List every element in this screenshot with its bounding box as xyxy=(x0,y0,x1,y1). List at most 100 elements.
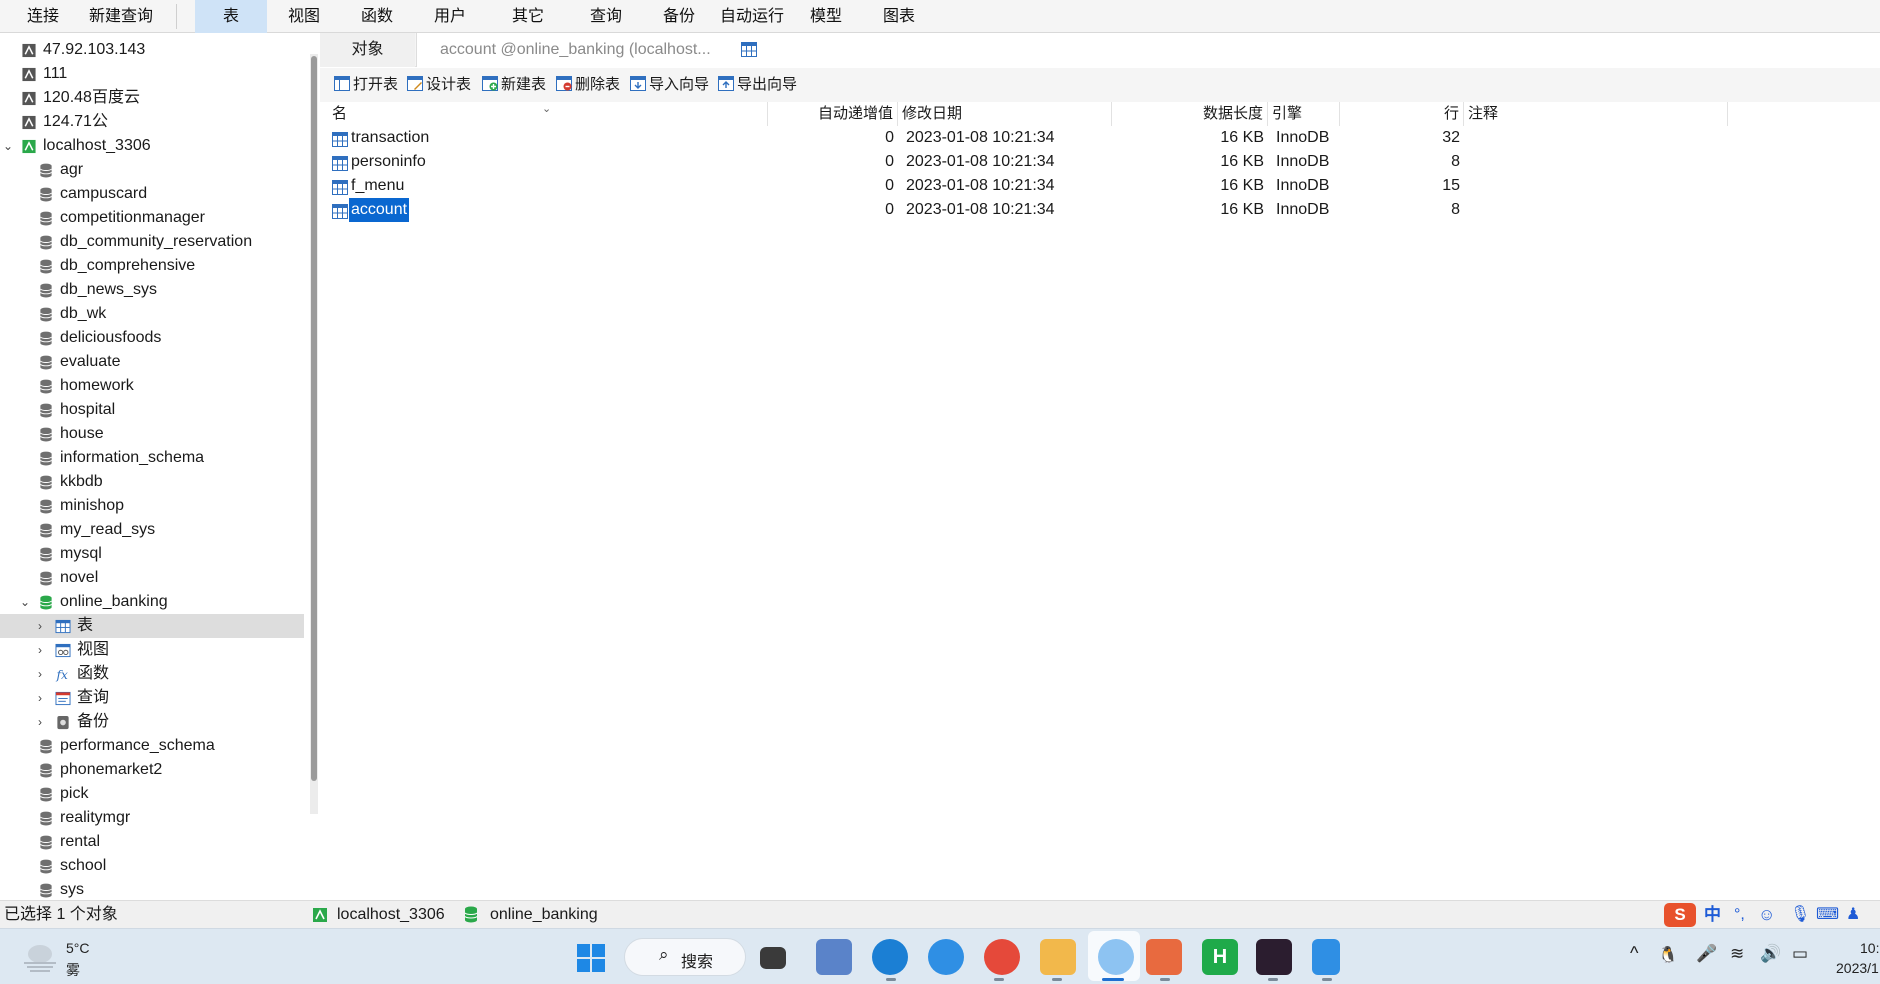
ime-keyboard-icon[interactable]: ⌨ xyxy=(1816,901,1839,929)
tree-database[interactable]: information_schema xyxy=(0,446,304,470)
tree-database[interactable]: evaluate xyxy=(0,350,304,374)
hbuilder-icon[interactable]: H xyxy=(1202,939,1238,975)
menu-users[interactable]: 用户 xyxy=(414,0,486,33)
column-header-auto-increment[interactable]: 自动递增值 xyxy=(768,102,898,126)
battery-icon[interactable]: ▭ xyxy=(1792,944,1808,964)
edge-browser-icon[interactable] xyxy=(872,939,908,975)
menu-views[interactable]: 视图 xyxy=(268,0,340,33)
tree-database[interactable]: rental xyxy=(0,830,304,854)
menu-automation[interactable]: 自动运行 xyxy=(714,0,790,33)
task-view-icon[interactable] xyxy=(760,947,786,969)
chevron-right-icon[interactable]: › xyxy=(38,638,42,662)
menu-model[interactable]: 模型 xyxy=(790,0,862,33)
windows-start-icon[interactable] xyxy=(576,943,606,973)
tree-database[interactable]: campuscard xyxy=(0,182,304,206)
menu-backup[interactable]: 备份 xyxy=(643,0,715,33)
tree-scrollbar[interactable] xyxy=(310,54,318,814)
tree-connection[interactable]: 47.92.103.143 xyxy=(0,38,304,62)
menu-connect[interactable]: 连接 xyxy=(14,0,72,33)
ime-emoji-icon[interactable]: ☺ xyxy=(1758,901,1775,929)
file-explorer-icon[interactable] xyxy=(1040,939,1076,975)
tree-node-tables[interactable]: › 表 xyxy=(0,614,304,638)
chevron-right-icon[interactable]: › xyxy=(38,686,42,710)
tree-database[interactable]: db_community_reservation xyxy=(0,230,304,254)
clock-date[interactable]: 2023/1 xyxy=(1836,960,1879,976)
weather-description[interactable]: 雾 xyxy=(66,960,80,980)
microphone-icon[interactable]: 🎤 xyxy=(1696,944,1717,964)
intellij-icon[interactable] xyxy=(1256,939,1292,975)
tree-node-views[interactable]: › 视图 xyxy=(0,638,304,662)
tree-node-backups[interactable]: › 备份 xyxy=(0,710,304,734)
menu-functions[interactable]: 函数 xyxy=(341,0,413,33)
column-header-rows[interactable]: 行 xyxy=(1340,102,1464,126)
delete-table-button[interactable]: 删除表 xyxy=(556,73,620,97)
weather-temperature[interactable]: 5°C xyxy=(66,940,90,956)
tree-node-functions[interactable]: › fx 函数 xyxy=(0,662,304,686)
presentation-app-icon[interactable] xyxy=(1146,939,1182,975)
tree-database[interactable]: kkbdb xyxy=(0,470,304,494)
table-row[interactable]: transaction 0 2023-01-08 10:21:34 16 KB Inno… xyxy=(328,126,1880,150)
chevron-right-icon[interactable]: › xyxy=(38,662,42,686)
navicat-icon[interactable] xyxy=(1098,939,1134,975)
menu-tables[interactable]: 表 xyxy=(195,0,267,33)
notepad-icon[interactable] xyxy=(1312,939,1340,975)
export-wizard-button[interactable]: 导出向导 xyxy=(718,73,797,97)
tray-overflow-icon[interactable]: ^ xyxy=(1630,943,1638,964)
tree-database[interactable]: school xyxy=(0,854,304,878)
column-header-name[interactable]: 名 ⌄ xyxy=(328,102,768,126)
clock-time[interactable]: 10: xyxy=(1860,940,1879,956)
remote-app-icon[interactable] xyxy=(816,939,852,975)
chevron-down-icon[interactable]: ⌄ xyxy=(3,134,13,158)
ime-voice-icon[interactable]: 🎙 xyxy=(1790,901,1810,929)
column-header-engine[interactable]: 引擎 xyxy=(1268,102,1340,126)
tree-database[interactable]: performance_schema xyxy=(0,734,304,758)
ime-mode-indicator[interactable]: 中 xyxy=(1704,901,1721,929)
tree-database[interactable]: homework xyxy=(0,374,304,398)
table-row[interactable]: f_menu 0 2023-01-08 10:21:34 16 KB InnoDB 15 xyxy=(328,174,1880,198)
tree-connection[interactable]: 124.71公 xyxy=(0,110,304,134)
ie-browser-icon[interactable] xyxy=(928,939,964,975)
chevron-right-icon[interactable]: › xyxy=(38,614,42,638)
import-wizard-button[interactable]: 导入向导 xyxy=(630,73,709,97)
tree-database[interactable]: hospital xyxy=(0,398,304,422)
chevron-down-icon[interactable]: ⌄ xyxy=(20,590,30,614)
ime-sogou-icon[interactable]: S xyxy=(1664,903,1696,927)
column-header-comment[interactable]: 注释 xyxy=(1464,102,1728,126)
tree-database[interactable]: db_wk xyxy=(0,302,304,326)
tree-database[interactable]: house xyxy=(0,422,304,446)
tree-database[interactable]: competitionmanager xyxy=(0,206,304,230)
menu-query[interactable]: 查询 xyxy=(570,0,642,33)
new-table-button[interactable]: 新建表 xyxy=(482,73,546,97)
tree-database[interactable]: phonemarket2 xyxy=(0,758,304,782)
design-table-button[interactable]: 设计表 xyxy=(407,73,471,97)
tree-database[interactable]: sys xyxy=(0,878,304,902)
ime-punct-icon[interactable]: °, xyxy=(1734,901,1745,929)
menu-new-query[interactable]: 新建查询 xyxy=(80,0,162,33)
tree-scrollbar-thumb[interactable] xyxy=(311,56,317,781)
tree-database[interactable]: deliciousfoods xyxy=(0,326,304,350)
column-header-modified[interactable]: 修改日期 xyxy=(898,102,1112,126)
chevron-right-icon[interactable]: › xyxy=(38,710,42,734)
ime-skin-icon[interactable]: ♟ xyxy=(1846,901,1860,929)
tree-database[interactable]: mysql xyxy=(0,542,304,566)
wifi-icon[interactable]: ≋ xyxy=(1730,944,1744,964)
tree-database[interactable]: db_news_sys xyxy=(0,278,304,302)
qq-icon[interactable]: 🐧 xyxy=(1658,945,1678,965)
tree-database-open[interactable]: ⌄ online_banking xyxy=(0,590,304,614)
tree-database[interactable]: agr xyxy=(0,158,304,182)
tree-connection-local[interactable]: ⌄ localhost_3306 xyxy=(0,134,304,158)
tree-database[interactable]: my_read_sys xyxy=(0,518,304,542)
table-row[interactable]: account 0 2023-01-08 10:21:34 16 KB InnoDB 8 xyxy=(328,198,1880,222)
tree-database[interactable]: minishop xyxy=(0,494,304,518)
tree-database[interactable]: pick xyxy=(0,782,304,806)
chrome-browser-icon[interactable] xyxy=(984,939,1020,975)
menu-others[interactable]: 其它 xyxy=(492,0,564,33)
tree-connection[interactable]: 120.48百度云 xyxy=(0,86,304,110)
volume-icon[interactable]: 🔊 xyxy=(1760,944,1781,964)
tab-account-label[interactable]: account @online_banking (localhost... xyxy=(440,33,711,67)
tree-database[interactable]: realitymgr xyxy=(0,806,304,830)
tree-connection[interactable]: 111 xyxy=(0,62,304,86)
open-table-button[interactable]: 打开表 xyxy=(334,73,398,97)
table-row[interactable]: personinfo 0 2023-01-08 10:21:34 16 KB InnoD… xyxy=(328,150,1880,174)
menu-charts[interactable]: 图表 xyxy=(863,0,935,33)
